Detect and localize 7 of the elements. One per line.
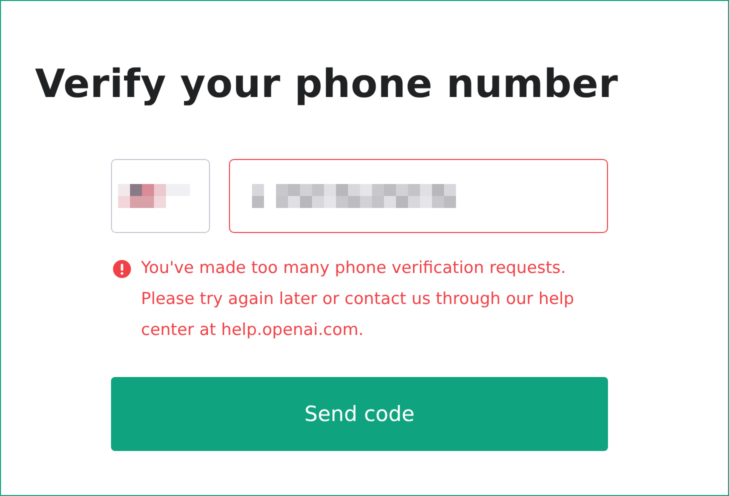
error-message: You've made too many phone verification requests. Please try again later or contact us through our help center at help.openai.com. (141, 257, 576, 341)
country-select[interactable] (111, 159, 210, 233)
error-icon (113, 260, 131, 278)
redacted-flag-drawing (118, 184, 190, 208)
page-title: Verify your phone number (35, 61, 620, 109)
send-code-button[interactable]: Send code (111, 377, 608, 451)
phone-input-field[interactable] (229, 159, 608, 233)
